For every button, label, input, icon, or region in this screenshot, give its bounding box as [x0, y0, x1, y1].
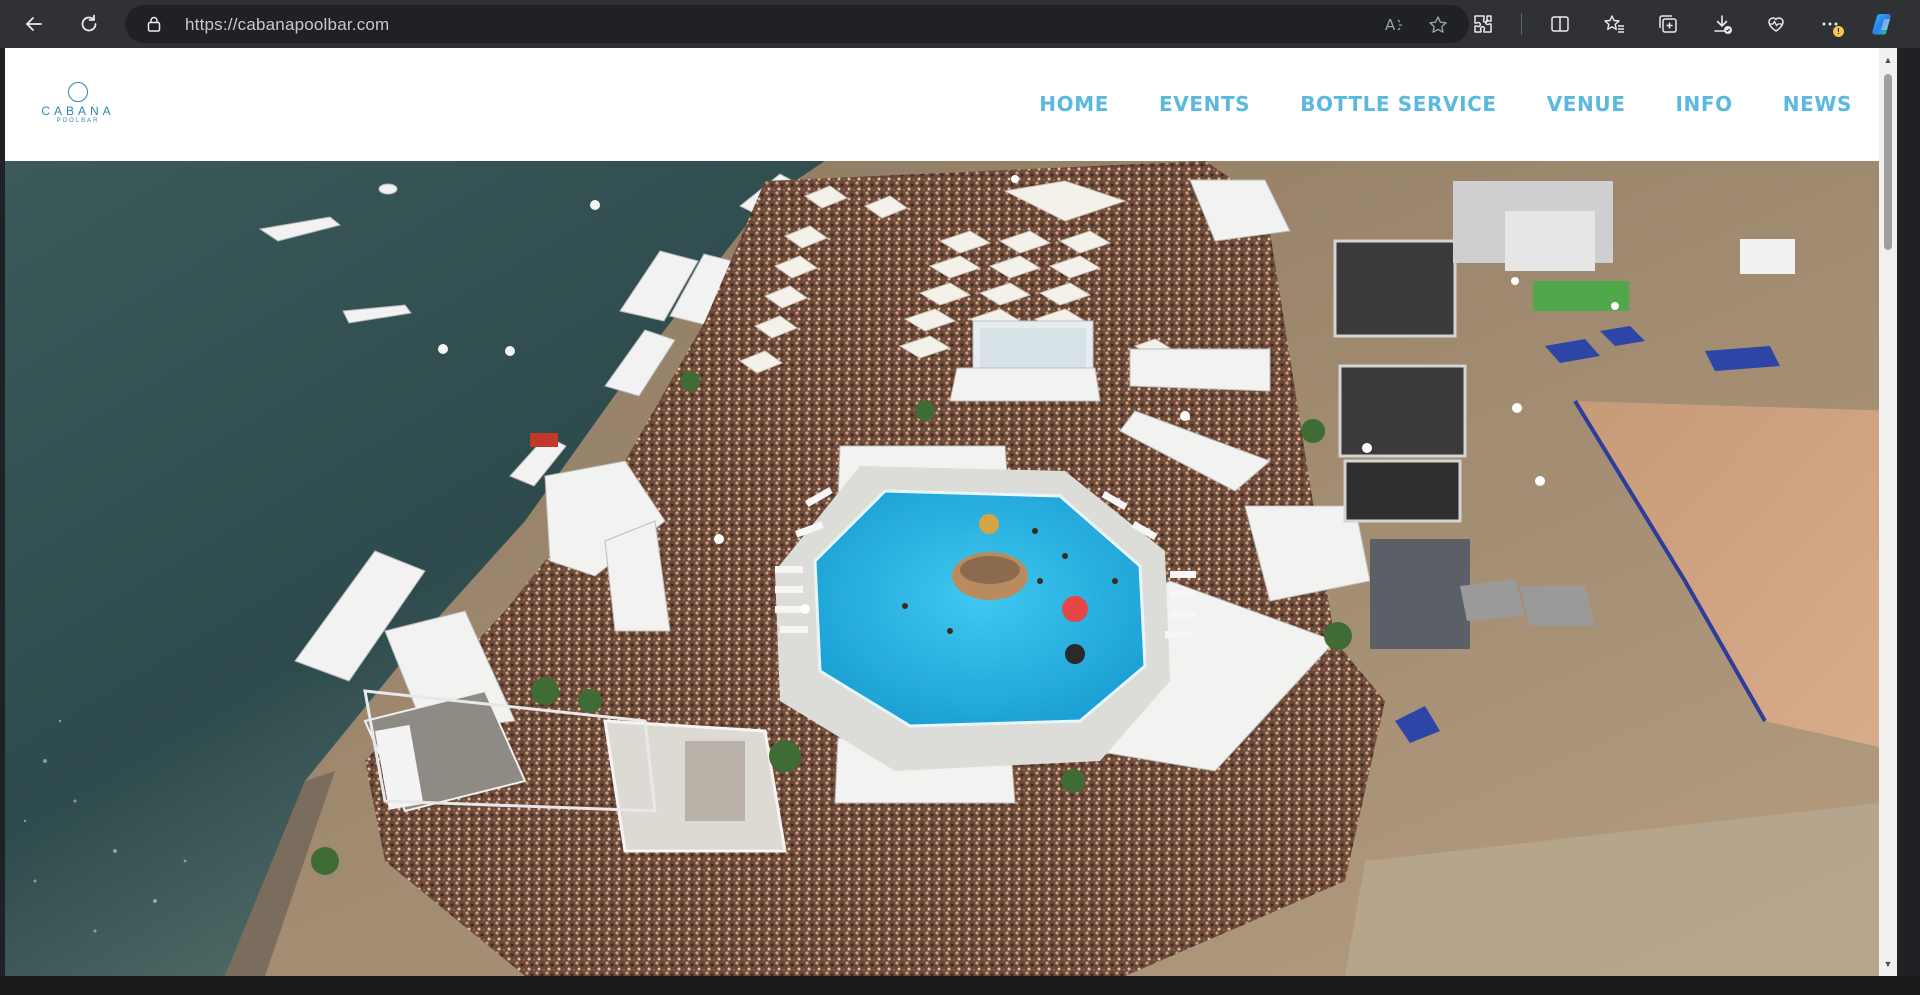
nav-events[interactable]: EVENTS	[1159, 92, 1250, 116]
scrollbar-thumb[interactable]	[1884, 74, 1892, 250]
address-bar[interactable]: https://cabanapoolbar.com A	[125, 5, 1469, 43]
more-icon[interactable]: !	[1814, 8, 1846, 40]
puzzle-icon[interactable]	[1467, 8, 1499, 40]
favorites-icon[interactable]	[1598, 8, 1630, 40]
scroll-up-icon[interactable]: ▲	[1879, 52, 1897, 68]
nav-news[interactable]: NEWS	[1783, 92, 1852, 116]
heart-pulse-icon[interactable]	[1760, 8, 1792, 40]
hero-aerial-photo	[5, 161, 1897, 976]
notification-badge: !	[1833, 26, 1844, 37]
nav-home[interactable]: HOME	[1039, 92, 1109, 116]
nav-bottle-service[interactable]: BOTTLE SERVICE	[1300, 92, 1497, 116]
refresh-button[interactable]	[73, 8, 105, 40]
os-taskbar-strip	[0, 976, 1920, 995]
logo-subtitle: POOLBAR	[56, 118, 100, 124]
read-aloud-icon[interactable]: A	[1383, 14, 1405, 36]
nav-venue[interactable]: VENUE	[1547, 92, 1626, 116]
svg-text:A: A	[1385, 16, 1396, 34]
copilot-icon[interactable]	[1868, 8, 1900, 40]
refresh-icon	[81, 14, 97, 32]
browser-toolbar: https://cabanapoolbar.com A !	[0, 0, 1920, 48]
scroll-down-icon[interactable]: ▼	[1879, 956, 1897, 972]
logo-ring-icon	[68, 82, 88, 102]
page-viewport: CABANA POOLBAR HOME EVENTS BOTTLE SERVIC…	[5, 48, 1897, 976]
cabana-logo[interactable]: CABANA POOLBAR	[33, 82, 123, 132]
back-button[interactable]	[18, 8, 50, 40]
split-screen-icon[interactable]	[1544, 8, 1576, 40]
star-icon[interactable]	[1427, 14, 1449, 36]
back-arrow-icon	[26, 17, 42, 31]
url-text[interactable]: https://cabanapoolbar.com	[185, 15, 389, 35]
toolbar-separator	[1521, 13, 1522, 35]
aerial-photo-pool-party	[5, 161, 1897, 976]
logo-wordmark: CABANA	[41, 104, 115, 118]
site-header: CABANA POOLBAR HOME EVENTS BOTTLE SERVIC…	[5, 48, 1897, 161]
nav-info[interactable]: INFO	[1675, 92, 1732, 116]
lock-icon[interactable]	[147, 16, 161, 37]
download-icon[interactable]	[1706, 8, 1738, 40]
page-scrollbar[interactable]: ▲ ▼	[1879, 48, 1897, 976]
collections-icon[interactable]	[1652, 8, 1684, 40]
main-navigation: HOME EVENTS BOTTLE SERVICE VENUE INFO NE…	[1039, 92, 1852, 116]
